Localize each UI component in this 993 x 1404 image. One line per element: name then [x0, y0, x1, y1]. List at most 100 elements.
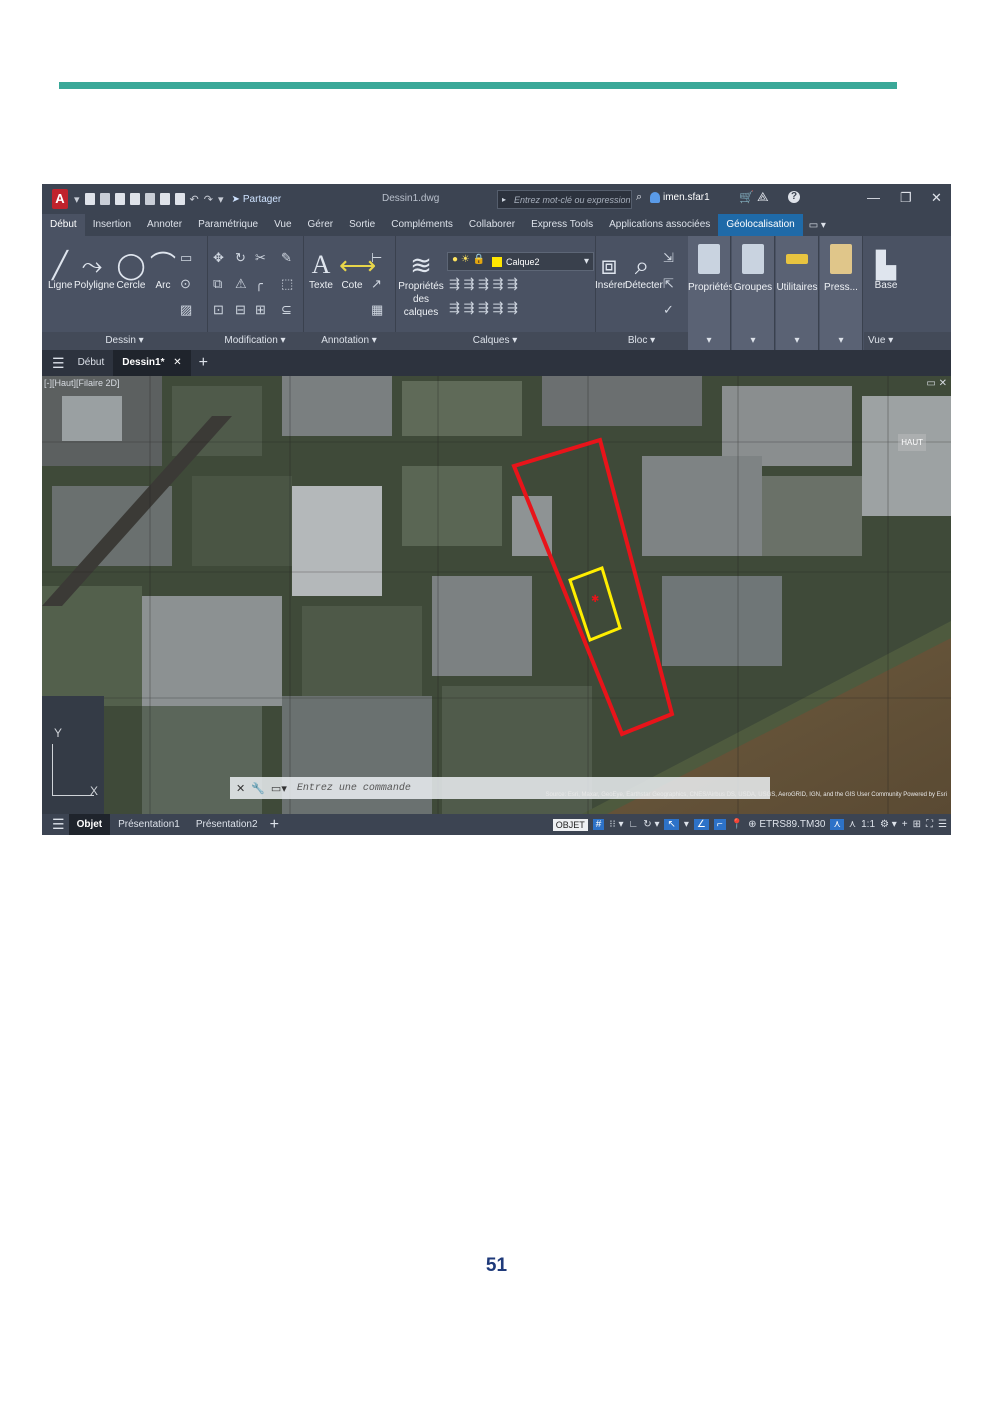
undo-icon[interactable]: ↶ — [190, 193, 199, 206]
tab-geolocalisation[interactable]: Géolocalisation — [718, 214, 803, 236]
insert-block-tool[interactable]: ⧈ Insérer — [595, 250, 626, 291]
panel-modification-footer[interactable]: Modification ▾ — [207, 332, 303, 350]
ribbon-display-toggle-icon[interactable]: ▭ ▾ — [809, 220, 826, 231]
osnap-toggle-icon[interactable]: ↖ — [664, 819, 679, 830]
offset-icon[interactable]: ⊆ — [281, 302, 292, 318]
customize-toolbar-icon[interactable]: ▾ — [218, 193, 224, 206]
save-as-icon[interactable] — [129, 193, 140, 205]
export-icon[interactable] — [144, 193, 155, 205]
minimize-icon[interactable]: — — [867, 190, 880, 205]
detect-tool[interactable]: ⌕ Détecter — [625, 250, 663, 291]
panel-annotation-footer[interactable]: Annotation ▾ — [303, 332, 395, 350]
panel-dessin-footer[interactable]: Dessin ▾ — [42, 332, 207, 350]
trim-icon[interactable]: ✂ — [255, 250, 266, 266]
dynamic-input-icon[interactable]: ∠ — [693, 819, 709, 830]
customize-menu-icon[interactable]: ☰ — [938, 819, 947, 830]
menu-icon[interactable]: ☰ — [52, 355, 65, 372]
polar-toggle-icon[interactable]: ↻ ▾ — [643, 819, 659, 830]
tab-insertion[interactable]: Insertion — [85, 214, 139, 236]
panel-vue-footer[interactable]: Vue ▾ — [864, 332, 951, 350]
print-icon[interactable] — [174, 193, 185, 205]
fillet-icon[interactable]: ╭ — [255, 276, 263, 292]
tab-debut[interactable]: Début — [42, 214, 85, 236]
ellipse-icon[interactable]: ⊙ — [180, 276, 191, 292]
snap-toggle-icon[interactable]: ⁝⁝ ▾ — [609, 819, 623, 830]
chevron-down-icon[interactable]: ▾ — [74, 193, 80, 206]
close-icon[interactable]: ✕ — [173, 357, 181, 368]
panel-calques-footer[interactable]: Calques ▾ — [395, 332, 595, 350]
menu-icon[interactable]: ☰ — [52, 816, 65, 833]
search-icon[interactable]: ⌕ — [636, 191, 642, 204]
autocad-logo-icon[interactable]: A — [52, 189, 68, 209]
file-tab-dessin1[interactable]: Dessin1* ✕ — [113, 350, 191, 376]
tab-collaborer[interactable]: Collaborer — [461, 214, 523, 236]
close-icon[interactable]: ✕ — [236, 782, 245, 795]
help-icon[interactable]: ? — [788, 191, 800, 203]
tab-applications-associees[interactable]: Applications associées — [601, 214, 718, 236]
share-button[interactable]: ➤ Partager — [232, 194, 282, 205]
osnap-menu-icon[interactable]: ▾ — [684, 819, 689, 830]
edit-block-icon[interactable]: ⇱ — [663, 276, 674, 292]
publish-icon[interactable] — [159, 193, 170, 205]
redo-icon[interactable]: ↷ — [204, 193, 213, 206]
base-view-tool[interactable]: ▙ Base — [868, 250, 904, 291]
annotation-visibility-icon[interactable]: ⋏ — [830, 819, 844, 830]
copy-icon[interactable]: ⧉ — [213, 276, 222, 292]
open-file-icon[interactable] — [99, 193, 110, 205]
geolocation-pin-icon[interactable]: 📍 — [731, 819, 743, 830]
app-store-icon[interactable]: ⟁ — [757, 189, 769, 205]
new-file-icon[interactable] — [84, 193, 95, 205]
viewport-controls[interactable]: [-][Haut][Filaire 2D] — [44, 378, 120, 388]
tab-complements[interactable]: Compléments — [383, 214, 461, 236]
panel-bloc-footer[interactable]: Bloc ▾ — [595, 332, 688, 350]
lineweight-icon[interactable]: ⌐ — [713, 819, 726, 830]
circle-tool[interactable]: ◯ Cercle — [116, 250, 146, 291]
tab-express-tools[interactable]: Express Tools — [523, 214, 601, 236]
explode-icon[interactable]: ⬚ — [281, 276, 293, 292]
layer-tools-row1-icons[interactable]: ⇶ ⇶ ⇶ ⇶ ⇶ — [449, 276, 518, 292]
command-recent-icon[interactable]: ▭▾ — [271, 782, 287, 795]
save-icon[interactable] — [114, 193, 125, 205]
block-attribute-icon[interactable]: ✓ — [663, 302, 674, 318]
wrench-icon[interactable]: 🔧 — [251, 782, 265, 795]
panel-groupes[interactable]: Groupes ▾ — [732, 236, 775, 350]
close-icon[interactable]: ✕ — [931, 190, 942, 206]
hatch-icon[interactable]: ▨ — [180, 302, 192, 318]
layout-tab-presentation2[interactable]: Présentation2 — [188, 814, 266, 835]
table-icon[interactable]: ▦ — [371, 302, 383, 318]
fullscreen-icon[interactable]: ⛶ — [926, 819, 933, 830]
tab-gerer[interactable]: Gérer — [300, 214, 342, 236]
panel-presse-papiers[interactable]: Press... ▾ — [820, 236, 863, 350]
grid-toggle-icon[interactable]: # — [592, 819, 605, 830]
rectangle-icon[interactable]: ▭ — [180, 250, 192, 266]
text-tool[interactable]: A Texte — [307, 250, 335, 291]
viewcube[interactable]: HAUT — [898, 434, 926, 451]
panel-utilitaires[interactable]: Utilitaires ▾ — [776, 236, 819, 350]
move-icon[interactable]: ✥ — [213, 250, 224, 266]
layer-properties-tool[interactable]: ≋ Propriétés des calques — [397, 250, 445, 319]
command-input[interactable]: Entrez une commande — [297, 783, 411, 794]
leader-icon[interactable]: ↗ — [371, 276, 382, 292]
viewport-close-icon[interactable]: ▭ ✕ — [926, 378, 947, 389]
add-layout-icon[interactable]: + — [270, 816, 279, 834]
dimension-tool[interactable]: ⟷ Cote — [339, 250, 376, 291]
cart-icon[interactable]: 🛒 — [739, 190, 754, 204]
layout-tab-presentation1[interactable]: Présentation1 — [110, 814, 188, 835]
user-account-button[interactable]: imen.sfar1 — [650, 192, 710, 203]
panel-proprietes[interactable]: Propriétés ▾ — [688, 236, 734, 350]
tab-sortie[interactable]: Sortie — [341, 214, 383, 236]
stretch-icon[interactable]: ⊡ — [213, 302, 224, 318]
arc-tool[interactable]: ⌒ Arc — [150, 250, 176, 291]
create-block-icon[interactable]: ⇲ — [663, 250, 674, 266]
search-input[interactable]: ▸ Entrez mot-clé ou expression — [497, 190, 632, 209]
mirror-icon[interactable]: ⚠ — [235, 276, 247, 292]
add-icon[interactable]: + — [902, 819, 908, 830]
scale-icon[interactable]: ⊟ — [235, 302, 246, 318]
tab-annoter[interactable]: Annoter — [139, 214, 190, 236]
linear-dim-icon[interactable]: ⊢ — [371, 250, 382, 266]
model-space-button[interactable]: OBJET — [552, 818, 588, 831]
array-icon[interactable]: ⊞ — [255, 302, 266, 318]
polyline-tool[interactable]: ⤳ Polyligne — [74, 250, 115, 291]
layer-dropdown[interactable]: ● ☀ 🔒 Calque2 ▾ — [447, 252, 594, 271]
annotation-scale[interactable]: 1:1 — [861, 819, 875, 830]
